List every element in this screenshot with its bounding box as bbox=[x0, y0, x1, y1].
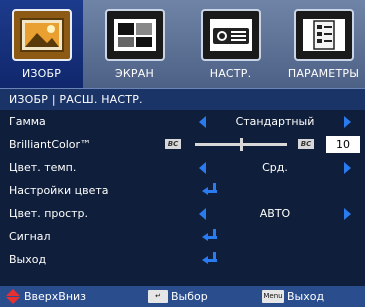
enter-key-icon: ↵ bbox=[148, 290, 168, 303]
tab-options[interactable]: ПАРАМЕТРЫ bbox=[282, 0, 365, 88]
menu-item-color-space[interactable]: Цвет. простр. АВТО bbox=[0, 202, 365, 225]
tab-screen[interactable]: ЭКРАН bbox=[93, 0, 176, 88]
brilliantcolor-max-icon: BC bbox=[298, 139, 314, 149]
brilliantcolor-label: BrilliantColor™ bbox=[9, 138, 92, 151]
menu-item-color-temp[interactable]: Цвет. темп. Срд. bbox=[0, 156, 365, 179]
select-hint: Выбор bbox=[171, 290, 208, 303]
enter-icon bbox=[202, 252, 218, 266]
tab-settings-label: НАСТР. bbox=[209, 67, 252, 80]
brilliantcolor-value: 10 bbox=[326, 136, 360, 153]
tab-picture-label: ИЗОБР bbox=[21, 67, 62, 80]
color-space-label: Цвет. простр. bbox=[9, 207, 89, 220]
menu-item-gamma[interactable]: Гамма Стандартный bbox=[0, 110, 365, 133]
arrow-right-icon[interactable] bbox=[344, 162, 351, 174]
menu-item-exit[interactable]: Выход bbox=[0, 248, 365, 271]
exit-label: Выход bbox=[9, 253, 47, 266]
gamma-value: Стандартный bbox=[235, 115, 315, 128]
brilliantcolor-slider[interactable] bbox=[195, 138, 287, 151]
menu-item-brilliantcolor[interactable]: BrilliantColor™ BC BC 10 bbox=[0, 133, 365, 156]
enter-icon bbox=[202, 183, 218, 197]
picture-icon bbox=[11, 9, 72, 61]
signal-label: Сигнал bbox=[9, 230, 51, 243]
color-temp-value: Срд. bbox=[262, 161, 288, 174]
menu-list: Гамма Стандартный BrilliantColor™ BC BC … bbox=[0, 110, 365, 271]
menu-key-icon: Menu bbox=[262, 290, 284, 303]
screen-icon bbox=[104, 9, 165, 61]
arrow-left-icon[interactable] bbox=[199, 116, 206, 128]
color-temp-label: Цвет. темп. bbox=[9, 161, 77, 174]
updown-hint: ВверхВниз bbox=[24, 290, 87, 303]
arrow-right-icon[interactable] bbox=[344, 208, 351, 220]
arrow-left-icon[interactable] bbox=[199, 162, 206, 174]
gamma-label: Гамма bbox=[9, 115, 46, 128]
up-down-icon bbox=[6, 289, 20, 305]
arrow-right-icon[interactable] bbox=[344, 116, 351, 128]
enter-icon bbox=[202, 229, 218, 243]
tab-options-label: ПАРАМЕТРЫ bbox=[287, 67, 360, 80]
menu-item-signal[interactable]: Сигнал bbox=[0, 225, 365, 248]
tab-picture[interactable]: ИЗОБР bbox=[0, 0, 83, 88]
options-document-icon bbox=[293, 9, 354, 61]
exit-hint: Выход bbox=[287, 290, 325, 303]
arrow-left-icon[interactable] bbox=[199, 208, 206, 220]
footer-hints: ВверхВниз ↵ Выбор Menu Выход bbox=[0, 286, 365, 307]
breadcrumb: ИЗОБР | РАСШ. НАСТР. bbox=[0, 88, 365, 110]
menu-item-color-settings[interactable]: Настройки цвета bbox=[0, 179, 365, 202]
brilliantcolor-min-icon: BC bbox=[165, 139, 181, 149]
projector-settings-icon bbox=[200, 9, 261, 61]
color-settings-label: Настройки цвета bbox=[9, 184, 109, 197]
color-space-value: АВТО bbox=[259, 207, 291, 220]
slider-thumb[interactable] bbox=[239, 138, 243, 151]
tab-screen-label: ЭКРАН bbox=[115, 67, 154, 80]
tab-settings[interactable]: НАСТР. bbox=[189, 0, 272, 88]
menu-tabs: ИЗОБР ЭКРАН НАСТР. ПАРАМЕТРЫ bbox=[0, 0, 365, 88]
